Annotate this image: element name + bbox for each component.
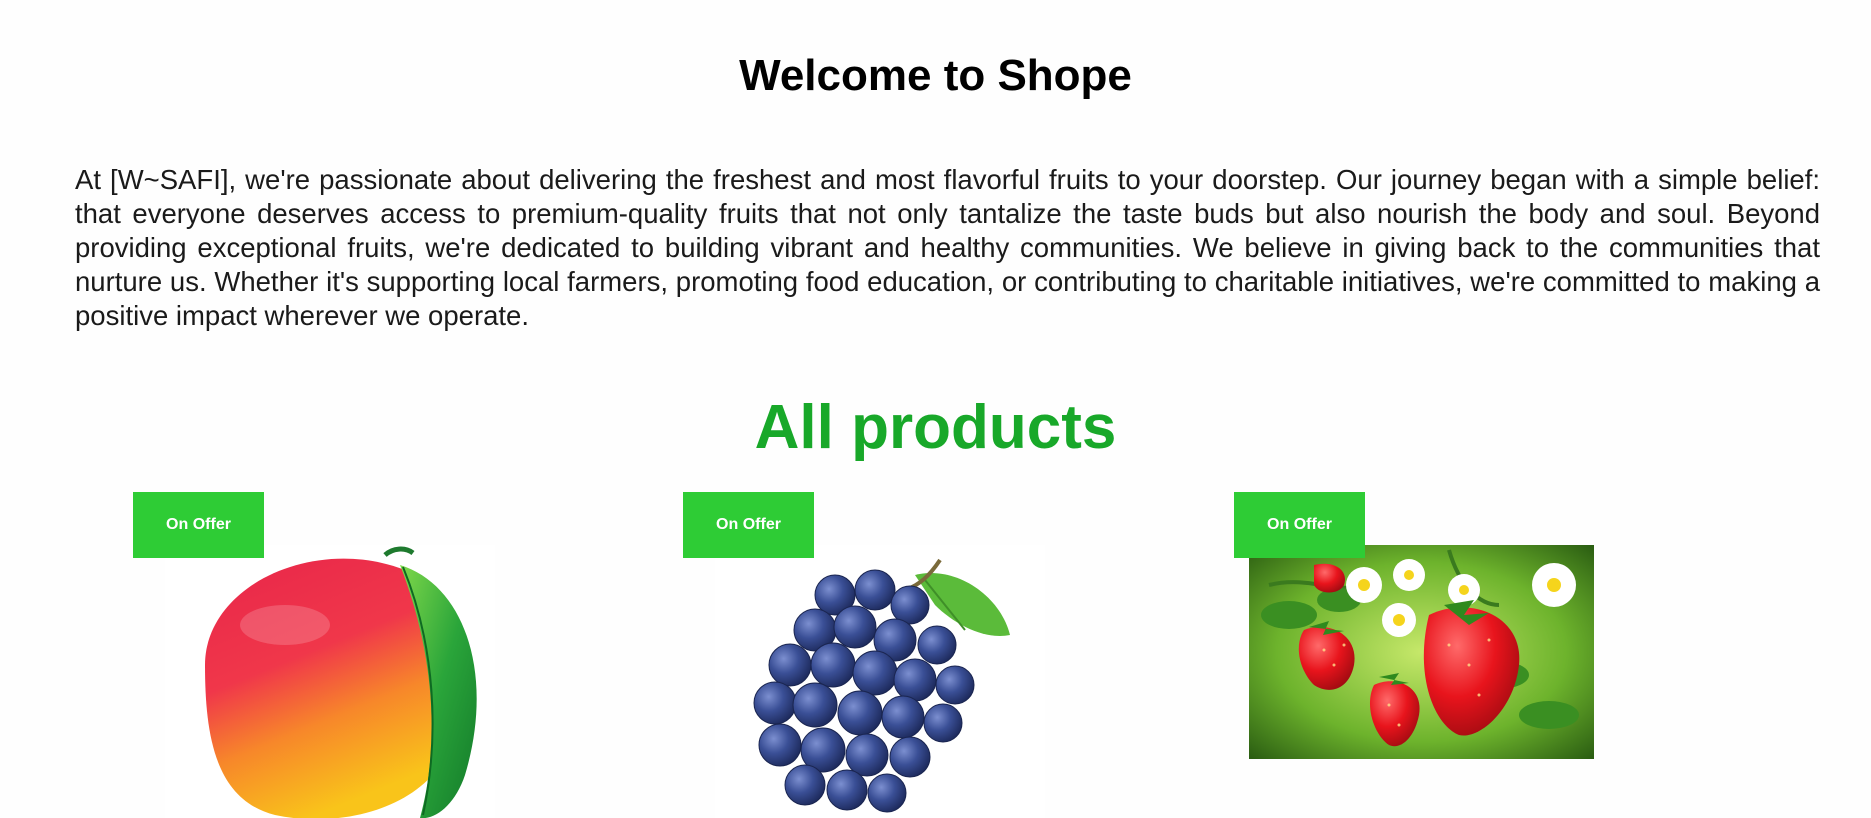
page-title: Welcome to Shope (739, 51, 1132, 100)
about-paragraph: At [W~SAFI], we're passionate about deli… (75, 164, 1820, 331)
product-card-grapes[interactable]: On Offer (683, 492, 1103, 818)
page: Welcome to Shope At [W~SAFI], we're pass… (0, 0, 1871, 818)
product-card-strawberries[interactable]: On Offer (1234, 492, 1654, 818)
on-offer-badge[interactable]: On Offer (683, 492, 814, 558)
strawberries-image[interactable] (1249, 545, 1594, 759)
on-offer-badge[interactable]: On Offer (133, 492, 264, 558)
product-card-mango[interactable]: On Offer (133, 492, 553, 818)
grapes-image[interactable] (715, 545, 1045, 818)
mango-image[interactable] (165, 545, 495, 818)
on-offer-badge[interactable]: On Offer (1234, 492, 1365, 558)
products-heading: All products (754, 393, 1117, 462)
